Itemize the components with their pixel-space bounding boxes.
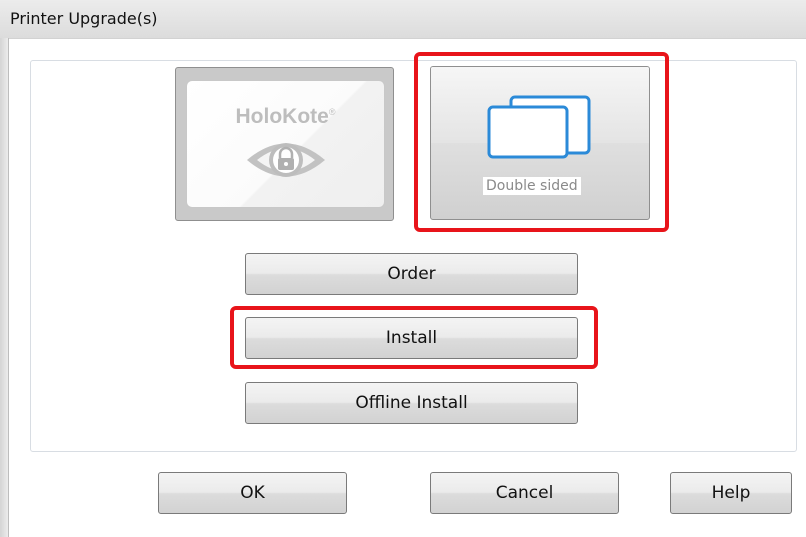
window-title: Printer Upgrade(s) xyxy=(10,9,158,28)
help-button[interactable]: Help xyxy=(670,472,792,514)
holokote-card: HoloKote® xyxy=(186,80,385,208)
double-sided-label: Double sided xyxy=(483,177,581,195)
cancel-button[interactable]: Cancel xyxy=(430,472,619,514)
printer-upgrades-dialog: Printer Upgrade(s) HoloKote® Double side… xyxy=(0,0,806,537)
holokote-upgrade-tile[interactable]: HoloKote® xyxy=(175,67,394,221)
install-button[interactable]: Install xyxy=(245,317,578,359)
stacked-cards-icon xyxy=(487,95,591,159)
eye-lock-icon xyxy=(247,143,325,177)
holokote-logo-text: HoloKote xyxy=(235,105,329,128)
window-left-border xyxy=(0,38,9,537)
order-button[interactable]: Order xyxy=(245,253,578,295)
ok-button[interactable]: OK xyxy=(158,472,347,514)
title-bar[interactable]: Printer Upgrade(s) xyxy=(0,0,806,39)
holokote-logo: HoloKote® xyxy=(187,105,384,129)
double-sided-upgrade-tile[interactable]: Double sided xyxy=(430,66,650,220)
holokote-trademark: ® xyxy=(328,107,336,117)
offline-install-button[interactable]: Offline Install xyxy=(245,382,578,424)
